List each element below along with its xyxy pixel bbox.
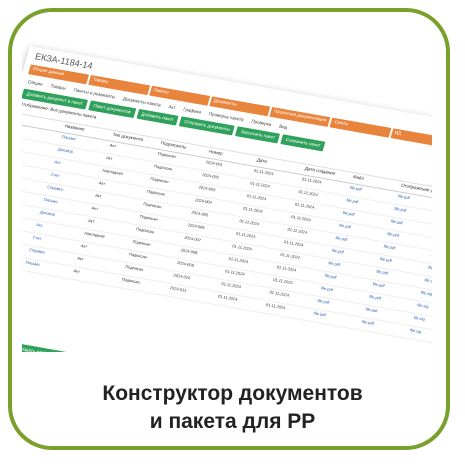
footer-button[interactable]: Создать комплектацию <box>22 343 72 352</box>
screenshot-frame: ЕКЗА-1184-14 Общие данные Товары Пакеты Док… <box>22 32 432 352</box>
caption-line-1: Конструктор документов <box>102 382 363 405</box>
caption-line-2: и пакета для РР <box>149 410 316 433</box>
subtab-item[interactable]: Вид <box>277 123 290 130</box>
subtab-item[interactable]: Проверка <box>249 118 274 127</box>
app-screenshot: ЕКЗА-1184-14 Общие данные Товары Пакеты Док… <box>22 46 432 352</box>
subtab-item[interactable]: Товары <box>48 83 69 91</box>
subtab-item[interactable]: Акт <box>166 104 178 111</box>
subtab-item[interactable]: Проверка пакета <box>206 111 246 123</box>
table-cell[interactable]: file.sig <box>407 326 432 346</box>
subtab-item[interactable]: Общие <box>25 79 45 87</box>
documents-table: №НазваниеТип документаПодписантыНомерДат… <box>22 112 432 352</box>
subtab-item[interactable]: Графики <box>181 106 204 115</box>
